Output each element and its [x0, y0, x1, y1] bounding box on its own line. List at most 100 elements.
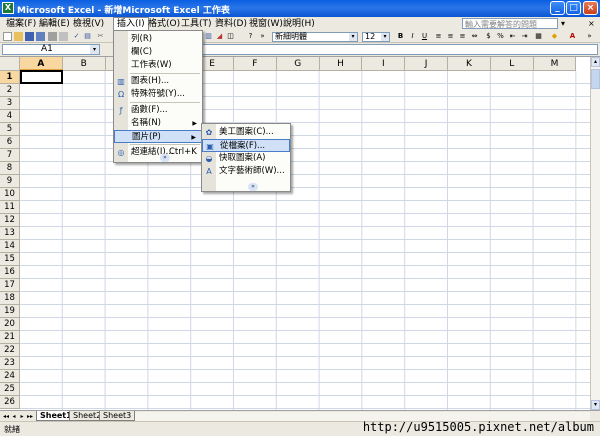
font-color-icon[interactable]: A — [568, 32, 577, 41]
insert-item-4[interactable]: Ω 特殊符號(Y)... — [114, 88, 202, 101]
help-icon[interactable]: ? — [246, 32, 255, 41]
row-header-10[interactable]: 10 — [0, 188, 20, 201]
row-header-8[interactable]: 8 — [0, 162, 20, 175]
column-header-i[interactable]: I — [362, 57, 406, 71]
research-icon[interactable]: ▤ — [83, 32, 92, 41]
underline-button[interactable]: U — [420, 32, 429, 41]
row-header-2[interactable]: 2 — [0, 84, 20, 97]
menu-edit[interactable]: 編輯(E) — [36, 18, 73, 30]
align-right-icon[interactable]: ≡ — [458, 32, 467, 41]
picture-item-1[interactable]: ▣ 從檔案(F)... — [202, 139, 290, 152]
font-name-select[interactable]: 新細明體 ▾ — [272, 32, 358, 42]
row-header-15[interactable]: 15 — [0, 253, 20, 266]
name-box-dropdown-icon[interactable]: ▾ — [90, 45, 99, 54]
font-size-dropdown-icon[interactable]: ▾ — [381, 33, 389, 41]
row-header-26[interactable]: 26 — [0, 396, 20, 409]
row-header-5[interactable]: 5 — [0, 123, 20, 136]
column-header-h[interactable]: H — [319, 57, 363, 71]
doc-close-icon[interactable]: × — [588, 19, 595, 28]
insert-item-0[interactable]: 列(R) — [114, 33, 202, 46]
insert-item-1[interactable]: 欄(C) — [114, 46, 202, 59]
column-header-f[interactable]: F — [234, 57, 277, 71]
save-icon[interactable] — [25, 32, 34, 41]
name-box[interactable]: A1 ▾ — [2, 44, 100, 55]
row-header-12[interactable]: 12 — [0, 214, 20, 227]
drawing-icon[interactable]: ◢ — [215, 32, 224, 41]
borders-icon[interactable]: ▦ — [534, 32, 543, 41]
column-header-m[interactable]: M — [533, 57, 577, 71]
picture-submenu-expand[interactable]: » — [216, 181, 290, 191]
insert-item-3[interactable]: ▥ 圖表(H)... — [114, 75, 202, 88]
insert-item-6[interactable]: 名稱(N) ▶ — [114, 117, 202, 130]
spelling-icon[interactable]: ✓ — [72, 32, 81, 41]
help-search-input[interactable]: 輸入需要解答的問題 — [462, 18, 558, 29]
cut-icon[interactable]: ✂ — [96, 32, 105, 41]
formula-input[interactable] — [160, 44, 598, 55]
menu-help[interactable]: 說明(H) — [280, 18, 318, 30]
next-sheet-icon[interactable]: ▸ — [18, 412, 26, 421]
font-name-dropdown-icon[interactable]: ▾ — [349, 33, 357, 41]
scroll-up-icon[interactable]: ▴ — [591, 57, 600, 67]
row-header-22[interactable]: 22 — [0, 344, 20, 357]
first-sheet-icon[interactable]: ◂◂ — [2, 412, 10, 421]
row-header-25[interactable]: 25 — [0, 383, 20, 396]
menu-view[interactable]: 檢視(V) — [70, 18, 107, 30]
column-header-k[interactable]: K — [448, 57, 491, 71]
last-sheet-icon[interactable]: ▸▸ — [26, 412, 34, 421]
percent-icon[interactable]: % — [496, 32, 505, 41]
column-header-l[interactable]: L — [490, 57, 534, 71]
row-header-7[interactable]: 7 — [0, 149, 20, 162]
align-left-icon[interactable]: ≡ — [434, 32, 443, 41]
minimize-button[interactable]: _ — [550, 1, 565, 15]
scroll-down-icon[interactable]: ▾ — [591, 400, 600, 410]
row-header-13[interactable]: 13 — [0, 227, 20, 240]
zoom-icon[interactable]: ◫ — [226, 32, 235, 41]
toolbar-overflow-icon[interactable]: » — [585, 32, 594, 41]
print-preview-icon[interactable] — [59, 32, 68, 41]
merge-center-icon[interactable]: ⇔ — [470, 32, 479, 41]
row-header-6[interactable]: 6 — [0, 136, 20, 149]
row-header-17[interactable]: 17 — [0, 279, 20, 292]
row-header-11[interactable]: 11 — [0, 201, 20, 214]
sheet-tab-3[interactable]: Sheet3 — [99, 411, 136, 421]
close-button[interactable]: × — [583, 1, 598, 15]
insert-item-7[interactable]: 圖片(P) ▶ — [114, 130, 202, 143]
insert-menu-expand[interactable]: » — [128, 152, 202, 162]
row-header-9[interactable]: 9 — [0, 175, 20, 188]
menu-data[interactable]: 資料(D) — [212, 18, 250, 30]
new-icon[interactable] — [3, 32, 12, 41]
row-header-14[interactable]: 14 — [0, 240, 20, 253]
font-size-select[interactable]: 12 ▾ — [362, 32, 390, 42]
column-header-j[interactable]: J — [405, 57, 448, 71]
cell-area[interactable] — [20, 71, 590, 410]
row-header-23[interactable]: 23 — [0, 357, 20, 370]
active-cell[interactable] — [20, 70, 63, 84]
row-header-16[interactable]: 16 — [0, 266, 20, 279]
row-header-20[interactable]: 20 — [0, 318, 20, 331]
select-all-corner[interactable] — [0, 57, 20, 71]
column-header-g[interactable]: G — [276, 57, 320, 71]
align-center-icon[interactable]: ≡ — [446, 32, 455, 41]
prev-sheet-icon[interactable]: ◂ — [10, 412, 18, 421]
row-header-18[interactable]: 18 — [0, 292, 20, 305]
row-header-21[interactable]: 21 — [0, 331, 20, 344]
scroll-thumb[interactable] — [591, 69, 600, 89]
insert-item-2[interactable]: 工作表(W) — [114, 59, 202, 72]
insert-item-5[interactable]: ƒ 函數(F)... — [114, 104, 202, 117]
row-header-1[interactable]: 1 — [0, 71, 20, 84]
row-header-4[interactable]: 4 — [0, 110, 20, 123]
decrease-indent-icon[interactable]: ⇤ — [508, 32, 517, 41]
open-icon[interactable] — [14, 32, 23, 41]
row-header-19[interactable]: 19 — [0, 305, 20, 318]
column-header-b[interactable]: B — [62, 57, 106, 71]
maximize-button[interactable]: □ — [566, 1, 581, 15]
fill-color-icon[interactable]: ◆ — [550, 32, 559, 41]
menu-file[interactable]: 檔案(F) — [3, 18, 39, 30]
picture-item-3[interactable]: A 文字藝術師(W)... — [202, 165, 290, 178]
bold-button[interactable]: B — [396, 32, 405, 41]
menu-tools[interactable]: 工具(T) — [178, 18, 215, 30]
permission-icon[interactable] — [36, 32, 45, 41]
toolbar-options-icon[interactable]: » — [258, 32, 267, 41]
print-icon[interactable] — [48, 32, 57, 41]
column-header-a[interactable]: A — [20, 57, 63, 71]
